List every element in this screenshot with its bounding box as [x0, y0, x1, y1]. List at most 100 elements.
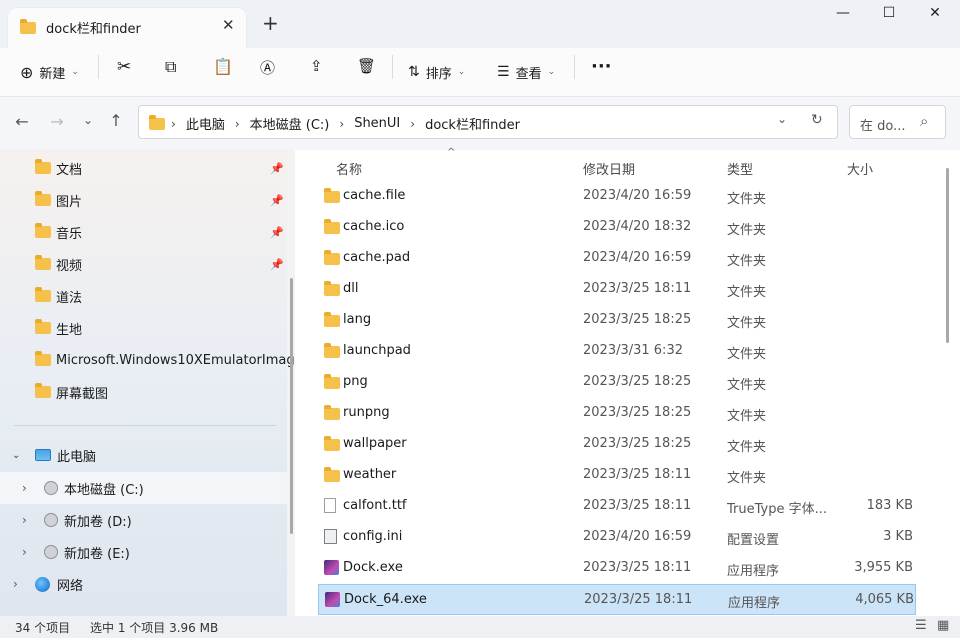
file-name: config.ini	[343, 529, 403, 544]
up-arrow-icon[interactable]: ↑	[104, 111, 128, 130]
close-window-button[interactable]: ✕	[912, 4, 958, 32]
nav-this-pc[interactable]: ⌄ 此电脑	[0, 439, 287, 471]
status-bar: 34 个项目 选中 1 个项目 3.96 MB ☰ ▦	[0, 616, 960, 638]
file-type: 应用程序	[727, 564, 780, 579]
file-date: 2023/3/25 18:25	[583, 312, 692, 327]
file-name: calfont.ttf	[343, 498, 407, 513]
tiles-view-icon[interactable]: ▦	[937, 618, 949, 633]
column-name-header[interactable]: 名称	[336, 159, 362, 178]
nav-quick-item[interactable]: 视频 📌	[0, 248, 287, 280]
file-date: 2023/3/25 18:11	[583, 281, 692, 296]
refresh-icon[interactable]: ↻	[811, 112, 823, 128]
file-row[interactable]: Dock_64.exe 2023/3/25 18:11 应用程序 4,065 KB	[318, 584, 916, 615]
folder-icon	[35, 287, 51, 302]
file-type: TrueType 字体...	[727, 502, 828, 517]
folder-icon	[324, 436, 340, 451]
file-date: 2023/3/25 18:25	[583, 405, 692, 420]
breadcrumb-this-pc[interactable]: 此电脑	[186, 114, 225, 133]
file-row[interactable]: runpng 2023/3/25 18:25 文件夹	[318, 398, 916, 429]
chevron-right-icon[interactable]: ›	[22, 513, 27, 527]
file-row[interactable]: lang 2023/3/25 18:25 文件夹	[318, 305, 916, 336]
nav-drive-c[interactable]: › 本地磁盘 (C:)	[0, 472, 287, 504]
pin-icon[interactable]: 📌	[270, 258, 284, 271]
folder-icon	[324, 281, 340, 296]
address-dropdown-icon[interactable]: ⌄	[777, 112, 787, 126]
search-box[interactable]: 在 do... ⌕	[849, 105, 946, 139]
file-name: cache.pad	[343, 250, 411, 265]
file-type: 文件夹	[727, 223, 767, 238]
share-icon[interactable]: ⇪	[310, 57, 323, 75]
file-type: 文件夹	[727, 471, 767, 486]
paste-icon[interactable]: 📋	[213, 57, 233, 76]
delete-icon[interactable]: 🗑	[357, 57, 376, 75]
address-bar[interactable]: › 此电脑 › 本地磁盘 (C:) › ShenUI › dock栏和finde…	[138, 105, 838, 139]
file-row[interactable]: calfont.ttf 2023/3/25 18:11 TrueType 字体...…	[318, 491, 916, 522]
file-date: 2023/3/31 6:32	[583, 343, 683, 358]
pin-icon[interactable]: 📌	[270, 194, 284, 207]
nav-quick-item[interactable]: 屏幕截图	[0, 376, 287, 408]
nav-quick-item[interactable]: 图片 📌	[0, 184, 287, 216]
cut-icon[interactable]: ✂	[117, 57, 131, 77]
file-row[interactable]: dll 2023/3/25 18:11 文件夹	[318, 274, 916, 305]
file-type: 文件夹	[727, 440, 767, 455]
chevron-down-icon[interactable]: ⌄	[12, 450, 20, 461]
column-type-header[interactable]: 类型	[727, 159, 753, 178]
forward-arrow-icon[interactable]: →	[45, 112, 69, 131]
tab-current-folder[interactable]: dock栏和finder ✕	[8, 8, 246, 48]
recent-locations-icon[interactable]: ⌄	[76, 113, 100, 127]
minimize-button[interactable]: —	[820, 4, 866, 32]
pin-icon[interactable]: 📌	[270, 226, 284, 239]
sort-button[interactable]: ⇅ 排序 ⌄	[408, 58, 465, 86]
chevron-right-icon[interactable]: ›	[22, 481, 27, 495]
breadcrumb-drive-c[interactable]: 本地磁盘 (C:)	[250, 114, 330, 133]
breadcrumb-shenui[interactable]: ShenUI	[354, 116, 400, 131]
more-options-button[interactable]: ···	[591, 56, 612, 77]
folder-icon	[35, 223, 51, 238]
file-list-scrollbar[interactable]	[946, 168, 949, 343]
file-date: 2023/4/20 16:59	[583, 188, 692, 203]
file-type: 文件夹	[727, 285, 767, 300]
new-button[interactable]: ⊕ 新建 ⌄	[20, 58, 79, 86]
folder-icon	[324, 219, 340, 234]
file-row[interactable]: wallpaper 2023/3/25 18:25 文件夹	[318, 429, 916, 460]
chevron-right-icon[interactable]: ›	[13, 577, 18, 591]
nav-network[interactable]: › 网络	[0, 568, 287, 600]
chevron-right-icon[interactable]: ›	[22, 545, 27, 559]
column-date-header[interactable]: 修改日期	[583, 159, 635, 178]
breadcrumb-current[interactable]: dock栏和finder	[425, 114, 520, 133]
column-size-header[interactable]: 大小	[847, 159, 873, 178]
nav-scrollbar[interactable]	[290, 278, 293, 534]
nav-drive-d[interactable]: › 新加卷 (D:)	[0, 504, 287, 536]
file-name: png	[343, 374, 368, 389]
nav-item-label: 图片	[56, 194, 83, 210]
file-row[interactable]: weather 2023/3/25 18:11 文件夹	[318, 460, 916, 491]
file-row[interactable]: png 2023/3/25 18:25 文件夹	[318, 367, 916, 398]
chevron-down-icon: ⌄	[71, 67, 79, 77]
file-row[interactable]: config.ini 2023/4/20 16:59 配置设置 3 KB	[318, 522, 916, 553]
new-tab-button[interactable]: +	[262, 11, 279, 35]
rename-icon[interactable]: Ⓐ	[260, 57, 275, 78]
file-row[interactable]: cache.ico 2023/4/20 18:32 文件夹	[318, 212, 916, 243]
pin-icon[interactable]: 📌	[270, 162, 284, 175]
maximize-button[interactable]: ☐	[866, 4, 912, 32]
copy-icon[interactable]: ⧉	[165, 57, 176, 77]
file-date: 2023/4/20 18:32	[583, 219, 692, 234]
back-arrow-icon[interactable]: ←	[10, 112, 34, 131]
file-row[interactable]: Dock.exe 2023/3/25 18:11 应用程序 3,955 KB	[318, 553, 916, 584]
nav-quick-item[interactable]: 生地	[0, 312, 287, 344]
nav-quick-item[interactable]: 文档 📌	[0, 152, 287, 184]
nav-quick-item[interactable]: Microsoft.Windows10XEmulatorImag	[0, 344, 295, 376]
close-tab-icon[interactable]: ✕	[222, 16, 235, 34]
nav-drive-e[interactable]: › 新加卷 (E:)	[0, 536, 287, 568]
details-view-icon[interactable]: ☰	[915, 618, 927, 633]
drive-icon	[44, 481, 58, 495]
file-row[interactable]: launchpad 2023/3/31 6:32 文件夹	[318, 336, 916, 367]
file-row[interactable]: cache.pad 2023/4/20 16:59 文件夹	[318, 243, 916, 274]
nav-this-pc-label: 此电脑	[57, 449, 97, 465]
nav-quick-item[interactable]: 道法	[0, 280, 287, 312]
view-button[interactable]: ☰ 查看 ⌄	[497, 58, 555, 86]
file-row[interactable]: cache.file 2023/4/20 16:59 文件夹	[318, 181, 916, 212]
separator	[98, 55, 99, 79]
folder-icon	[35, 191, 51, 206]
nav-quick-item[interactable]: 音乐 📌	[0, 216, 287, 248]
